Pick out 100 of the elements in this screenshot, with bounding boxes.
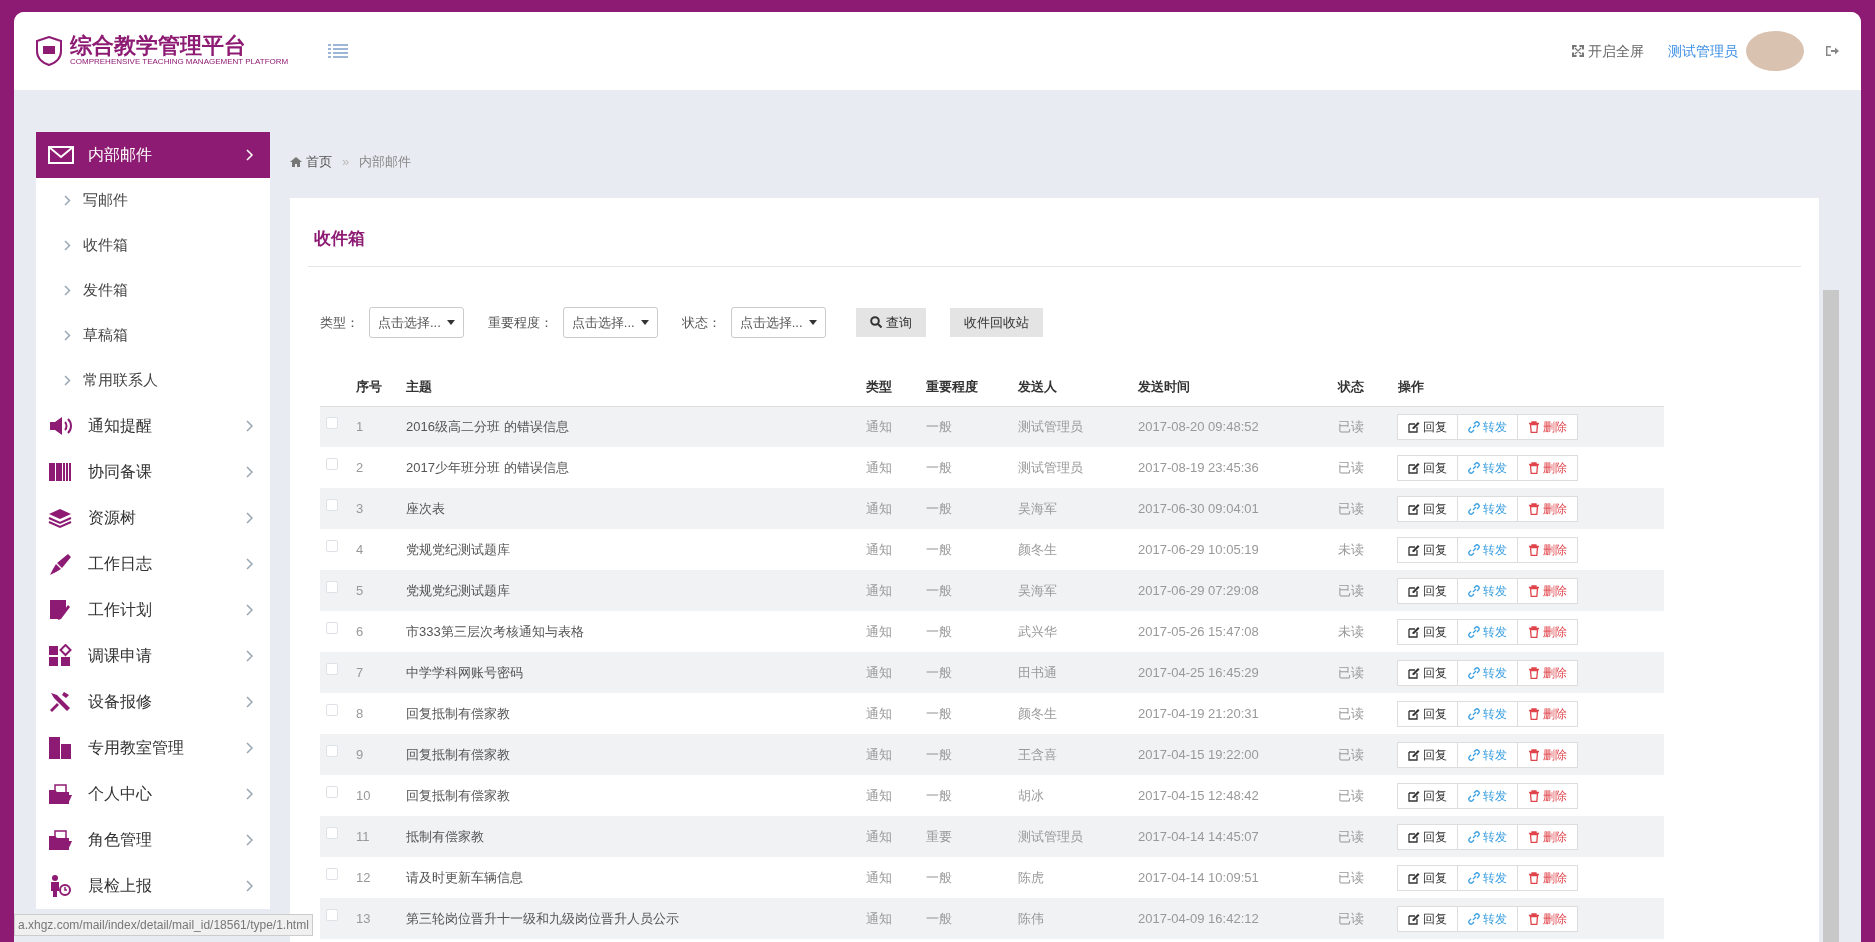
delete-button[interactable]: 删除 <box>1517 741 1578 768</box>
delete-button[interactable]: 删除 <box>1517 536 1578 563</box>
table-cell: 2016级高二分班 的错误信息 <box>406 419 569 434</box>
delete-button[interactable]: 删除 <box>1517 700 1578 727</box>
link-icon <box>1468 420 1480 433</box>
avatar-placeholder <box>1746 31 1804 71</box>
list-icon[interactable] <box>328 44 349 58</box>
submenu-item[interactable]: 草稿箱 <box>36 313 270 358</box>
sidebar-item[interactable]: 通知提醒 <box>36 403 270 449</box>
layers-icon <box>48 506 74 530</box>
sidebar-item[interactable]: 工作日志 <box>36 541 270 587</box>
reply-button[interactable]: 回复 <box>1397 413 1458 440</box>
reply-button[interactable]: 回复 <box>1397 495 1458 522</box>
delete-button[interactable]: 删除 <box>1517 413 1578 440</box>
logo-title: 综合教学管理平台 <box>70 34 247 56</box>
row-checkbox[interactable] <box>326 703 338 716</box>
table-cell: 已读 <box>1338 828 1364 844</box>
sidebar-item[interactable]: 资源树 <box>36 495 270 541</box>
table-cell: 9 <box>356 746 364 762</box>
reply-button[interactable]: 回复 <box>1397 659 1458 686</box>
user-name[interactable]: 测试管理员 <box>1668 40 1738 62</box>
delete-button[interactable]: 删除 <box>1517 659 1578 686</box>
table-cell: 通知 <box>866 459 892 475</box>
table-cell: 已读 <box>1338 500 1364 516</box>
panel-title: 收件箱 <box>308 198 1801 267</box>
table-cell: 11 <box>356 828 370 844</box>
row-checkbox[interactable] <box>326 580 338 593</box>
edit-icon <box>1408 420 1420 433</box>
table-cell: 通知 <box>866 419 892 434</box>
reply-button[interactable]: 回复 <box>1397 905 1458 932</box>
reply-button[interactable]: 回复 <box>1397 577 1458 604</box>
chevron-icon <box>64 195 71 206</box>
row-checkbox[interactable] <box>326 785 338 798</box>
submenu-item[interactable]: 发件箱 <box>36 268 270 313</box>
row-checkbox[interactable] <box>326 662 338 675</box>
delete-button[interactable]: 删除 <box>1517 495 1578 522</box>
sidebar-item[interactable]: 专用教室管理 <box>36 725 270 771</box>
delete-button[interactable]: 删除 <box>1517 823 1578 850</box>
trash-icon <box>1528 666 1540 679</box>
logout-icon[interactable] <box>1826 45 1839 57</box>
delete-button[interactable]: 删除 <box>1517 864 1578 891</box>
reply-button[interactable]: 回复 <box>1397 823 1458 850</box>
submenu-item[interactable]: 写邮件 <box>36 178 270 223</box>
reply-button[interactable]: 回复 <box>1397 782 1458 809</box>
row-checkbox[interactable] <box>326 908 338 921</box>
row-checkbox[interactable] <box>326 539 338 552</box>
delete-button[interactable]: 删除 <box>1517 782 1578 809</box>
reply-button[interactable]: 回复 <box>1397 741 1458 768</box>
delete-button[interactable]: 删除 <box>1517 618 1578 645</box>
reply-button[interactable]: 回复 <box>1397 454 1458 481</box>
sidebar-item[interactable]: 晨检上报 <box>36 863 270 909</box>
row-checkbox[interactable] <box>326 417 338 429</box>
reply-button[interactable]: 回复 <box>1397 700 1458 727</box>
table-cell: 7 <box>356 664 364 680</box>
trash-icon <box>1528 748 1540 761</box>
delete-button[interactable]: 删除 <box>1517 577 1578 604</box>
chevron-icon <box>246 558 254 570</box>
table-cell: 通知 <box>866 582 892 598</box>
row-checkbox[interactable] <box>326 621 338 634</box>
recycle-bin-button[interactable]: 收件回收站 <box>949 307 1043 337</box>
sidebar-item[interactable]: 内部邮件 <box>36 132 270 178</box>
table-cell: 3 <box>356 500 364 516</box>
sidebar-item[interactable]: 设备报修 <box>36 679 270 725</box>
table-cell: 王含喜 <box>1018 746 1057 762</box>
person-clock-icon <box>48 874 74 898</box>
breadcrumb-link[interactable]: 首页 <box>290 152 332 172</box>
sidebar-item[interactable]: 协同备课 <box>36 449 270 495</box>
trash-icon <box>1528 543 1540 556</box>
grid-icon <box>48 644 74 668</box>
table-cell: 2017-04-25 16:45:29 <box>1138 664 1259 680</box>
reply-button[interactable]: 回复 <box>1397 864 1458 891</box>
row-checkbox[interactable] <box>326 744 338 757</box>
search-button[interactable]: 查询 <box>855 307 926 337</box>
delete-button[interactable]: 删除 <box>1517 454 1578 481</box>
dropdown[interactable]: 点击选择... <box>369 306 464 338</box>
scrollbar[interactable] <box>1823 290 1839 942</box>
fullscreen-button[interactable]: 开启全屏 <box>1572 40 1644 62</box>
row-checkbox[interactable] <box>326 826 338 839</box>
sidebar-item[interactable]: 角色管理 <box>36 817 270 863</box>
column-header: 序号 <box>350 368 400 406</box>
dropdown[interactable]: 点击选择... <box>730 306 826 338</box>
edit-icon <box>1408 830 1420 843</box>
edit-icon <box>1408 912 1420 925</box>
table-cell: 已读 <box>1338 664 1364 680</box>
caret-icon <box>446 319 455 325</box>
submenu-item[interactable]: 收件箱 <box>36 223 270 268</box>
column-header: 操作 <box>1392 368 1664 406</box>
sidebar-item[interactable]: 工作计划 <box>36 587 270 633</box>
table-cell: 已读 <box>1338 910 1364 926</box>
row-checkbox[interactable] <box>326 457 338 470</box>
delete-button[interactable]: 删除 <box>1517 905 1578 932</box>
row-checkbox[interactable] <box>326 867 338 880</box>
reply-button[interactable]: 回复 <box>1397 618 1458 645</box>
sidebar-item[interactable]: 调课申请 <box>36 633 270 679</box>
row-checkbox[interactable] <box>326 498 338 511</box>
reply-button[interactable]: 回复 <box>1397 536 1458 563</box>
dropdown[interactable]: 点击选择... <box>562 306 658 338</box>
submenu-item[interactable]: 常用联系人 <box>36 358 270 403</box>
table-cell: 2017-06-30 09:04:01 <box>1138 500 1259 516</box>
sidebar-item[interactable]: 个人中心 <box>36 771 270 817</box>
